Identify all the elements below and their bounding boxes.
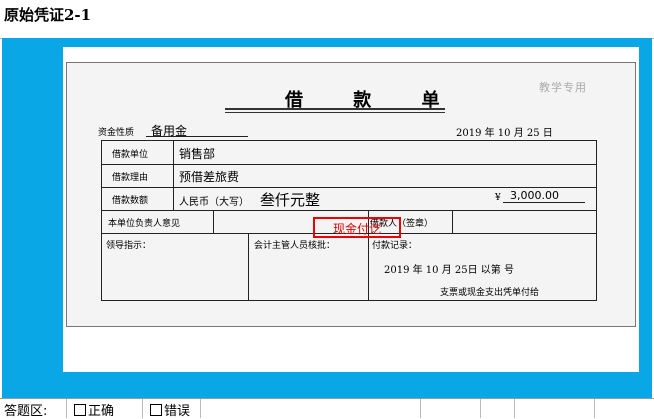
payment-note: 支票或现金支出凭单付给 [440,288,540,298]
grid-line [101,300,597,301]
grid-line [596,140,597,300]
title-bar: 原始凭证2-1 [0,0,654,39]
answer-wrong-cell[interactable]: 错误 [142,399,201,419]
amount-label: 借款数额 [112,196,149,206]
title-underline [225,108,445,110]
cash-paid-stamp: 现金付讫 [333,222,382,236]
answer-correct-cell[interactable]: 正确 [66,399,143,419]
accounting-label: 会计主管人员核批： [254,241,336,251]
fund-nature-label: 资金性质 [98,128,135,138]
checkbox-correct[interactable] [74,404,86,416]
grid-line [213,210,214,233]
payment-date: 2019 年 10 月 25日 以第 号 [384,265,514,276]
unit-label: 借款单位 [112,150,149,160]
answer-empty-cell [200,399,421,418]
answer-wrong-option[interactable]: 错误 [150,400,190,419]
answer-empty-cell [514,399,595,418]
page-title: 原始凭证2-1 [4,6,92,24]
amount-underline [503,202,585,203]
grid-line [248,233,249,300]
answer-correct-option[interactable]: 正确 [74,400,114,419]
yen-symbol: ¥ [495,193,501,203]
leader-label: 领导指示： [106,241,152,251]
grid-line [101,210,597,211]
reason-value: 预借差旅费 [179,170,240,184]
grid-line [101,140,102,300]
checkbox-wrong[interactable] [150,404,162,416]
fund-nature-underline [146,136,248,137]
answer-label-cell: 答题区: [0,399,67,419]
amount-prefix: 人民币（大写） [179,197,249,208]
answer-label: 答题区: [4,404,48,419]
title-underline-thin [225,112,445,113]
answer-bar: 答题区: 正确 错误 [0,398,654,419]
answer-empty-cell [480,399,515,418]
grid-line [101,140,597,141]
grid-line [101,187,597,188]
unit-value: 销售部 [179,147,216,161]
amount-number: 3,000.00 [510,189,559,202]
dept-opinion-label: 本单位负责人意见 [108,219,181,229]
payment-label: 付款记录： [372,241,418,251]
amount-words: 叁仟元整 [260,191,321,209]
watermark-text: 教学专用 [539,81,587,94]
voucher-date: 2019 年 10 月 25 日 [456,128,553,139]
answer-empty-cell [420,399,481,418]
grid-line [452,210,453,233]
grid-line [101,164,597,165]
reason-label: 借款理由 [112,173,149,183]
grid-line [173,140,174,210]
